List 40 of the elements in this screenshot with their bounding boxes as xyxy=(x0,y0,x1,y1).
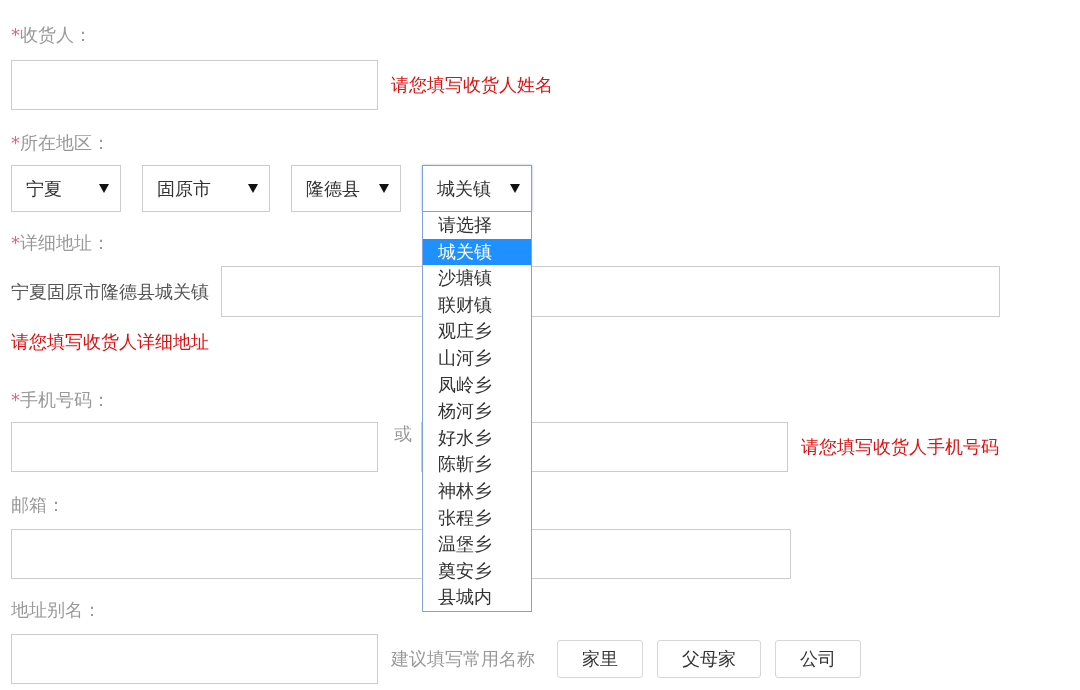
input-field[interactable] xyxy=(11,634,378,684)
preset-button[interactable]: 公司 xyxy=(775,640,861,678)
caret-icon xyxy=(99,184,109,193)
separator-text: 或 xyxy=(394,423,412,445)
dropdown-option[interactable]: 温堡乡 xyxy=(423,531,531,558)
field-label: *收货人： xyxy=(11,23,92,47)
dropdown-option[interactable]: 山河乡 xyxy=(423,344,531,372)
region-dropdown[interactable]: 城关镇 xyxy=(422,165,532,212)
dropdown-option[interactable]: 观庄乡 xyxy=(423,318,531,345)
field-label: 邮箱： xyxy=(11,493,65,517)
dropdown-option[interactable]: 杨河乡 xyxy=(423,398,531,425)
error-message: 请您填写收货人详细地址 xyxy=(11,330,209,354)
error-message: 请您填写收货人姓名 xyxy=(391,73,553,97)
region-dropdown[interactable]: 固原市 xyxy=(142,165,270,212)
region-dropdown[interactable]: 隆德县 xyxy=(291,165,401,212)
preset-button[interactable]: 家里 xyxy=(557,640,643,678)
dropdown-option[interactable]: 凤岭乡 xyxy=(423,371,531,399)
error-message: 请您填写收货人手机号码 xyxy=(801,435,999,459)
region-dropdown[interactable]: 宁夏 xyxy=(11,165,121,212)
caret-icon xyxy=(248,184,258,193)
dropdown-option[interactable]: 沙塘镇 xyxy=(423,265,531,292)
dropdown-option[interactable]: 陈靳乡 xyxy=(423,451,531,478)
caret-icon xyxy=(510,184,520,193)
input-field[interactable] xyxy=(11,60,378,110)
field-label: *详细地址： xyxy=(11,231,110,255)
dropdown-option[interactable]: 张程乡 xyxy=(423,504,531,532)
dropdown-option[interactable]: 神林乡 xyxy=(423,477,531,505)
field-label: *所在地区： xyxy=(11,131,110,155)
preset-button[interactable]: 父母家 xyxy=(657,640,761,678)
field-label: 地址别名： xyxy=(11,598,101,622)
hint-text: 建议填写常用名称 xyxy=(391,647,535,671)
field-label: *手机号码： xyxy=(11,388,110,412)
dropdown-option[interactable]: 联财镇 xyxy=(423,291,531,319)
dropdown-option[interactable]: 县城内 xyxy=(423,584,531,611)
dropdown-option[interactable]: 好水乡 xyxy=(423,424,531,452)
address-prefix: 宁夏固原市隆德县城关镇 xyxy=(11,279,209,304)
dropdown-option[interactable]: 奠安乡 xyxy=(423,557,531,585)
dropdown-option[interactable]: 请选择 xyxy=(423,212,531,239)
input-field[interactable] xyxy=(11,422,378,472)
caret-icon xyxy=(379,184,389,193)
